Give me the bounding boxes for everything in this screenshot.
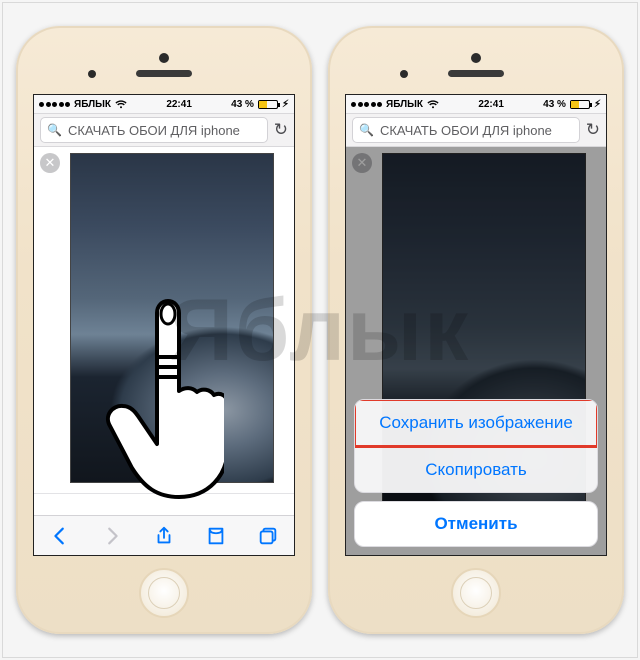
bookmarks-icon[interactable] [205,525,227,547]
home-button[interactable] [451,568,501,618]
search-query-text: СКАЧАТЬ ОБОИ ДЛЯ iphone [68,123,240,138]
charging-icon: ⚡︎ [594,99,601,110]
wallpaper-image[interactable] [70,153,274,483]
battery-icon [258,100,278,109]
safari-toolbar [34,515,294,555]
status-bar: ЯБЛЫК 22:41 43 % ⚡︎ [34,95,294,113]
copy-label: Скопировать [425,460,527,480]
two-phone-composition: ЯБЛЫК 22:41 43 % ⚡︎ 🔍 СКАЧАТЬ ОБОИ ДЛЯ i… [0,0,640,660]
back-icon[interactable] [49,525,71,547]
earpiece-speaker [448,70,504,77]
close-icon[interactable]: ✕ [40,153,60,173]
front-camera [159,53,169,63]
wifi-icon [427,99,439,109]
battery-percent: 43 % [231,99,254,110]
reload-icon[interactable]: ↻ [586,120,600,140]
cancel-label: Отменить [434,514,517,534]
clock: 22:41 [478,99,504,110]
action-sheet: Сохранить изображение Скопировать Отмени… [354,399,598,547]
page-footer-strip [34,493,294,515]
carrier-label: ЯБЛЫК [74,99,111,110]
front-camera [471,53,481,63]
signal-dots-icon [351,102,382,107]
share-icon[interactable] [153,525,175,547]
copy-button[interactable]: Скопировать [355,446,597,492]
search-field[interactable]: 🔍 СКАЧАТЬ ОБОИ ДЛЯ iphone [352,117,580,143]
reload-icon[interactable]: ↻ [274,120,288,140]
iphone-device-left: ЯБЛЫК 22:41 43 % ⚡︎ 🔍 СКАЧАТЬ ОБОИ ДЛЯ i… [16,26,312,634]
battery-percent: 43 % [543,99,566,110]
action-sheet-group: Сохранить изображение Скопировать [354,399,598,493]
signal-dots-icon [39,102,70,107]
page-content: ✕ [34,147,294,493]
search-field[interactable]: 🔍 СКАЧАТЬ ОБОИ ДЛЯ iphone [40,117,268,143]
charging-icon: ⚡︎ [282,99,289,110]
safari-address-bar: 🔍 СКАЧАТЬ ОБОИ ДЛЯ iphone ↻ [346,113,606,147]
iphone-device-right: ЯБЛЫК 22:41 43 % ⚡︎ 🔍 СКАЧАТЬ ОБОИ ДЛЯ i… [328,26,624,634]
screen-left: ЯБЛЫК 22:41 43 % ⚡︎ 🔍 СКАЧАТЬ ОБОИ ДЛЯ i… [33,94,295,556]
status-bar: ЯБЛЫК 22:41 43 % ⚡︎ [346,95,606,113]
battery-icon [570,100,590,109]
search-query-text: СКАЧАТЬ ОБОИ ДЛЯ iphone [380,123,552,138]
carrier-label: ЯБЛЫК [386,99,423,110]
earpiece-speaker [136,70,192,77]
wifi-icon [115,99,127,109]
screen-right: ЯБЛЫК 22:41 43 % ⚡︎ 🔍 СКАЧАТЬ ОБОИ ДЛЯ i… [345,94,607,556]
forward-icon [101,525,123,547]
safari-address-bar: 🔍 СКАЧАТЬ ОБОИ ДЛЯ iphone ↻ [34,113,294,147]
save-image-label: Сохранить изображение [379,413,573,433]
page-content: ✕ Сохранить изображение Скопировать Отме… [346,147,606,555]
home-button[interactable] [139,568,189,618]
search-icon: 🔍 [47,123,62,137]
clock: 22:41 [166,99,192,110]
proximity-sensor [88,70,96,78]
tabs-icon[interactable] [257,525,279,547]
search-icon: 🔍 [359,123,374,137]
cancel-button[interactable]: Отменить [354,501,598,547]
proximity-sensor [400,70,408,78]
save-image-button[interactable]: Сохранить изображение [355,400,597,446]
